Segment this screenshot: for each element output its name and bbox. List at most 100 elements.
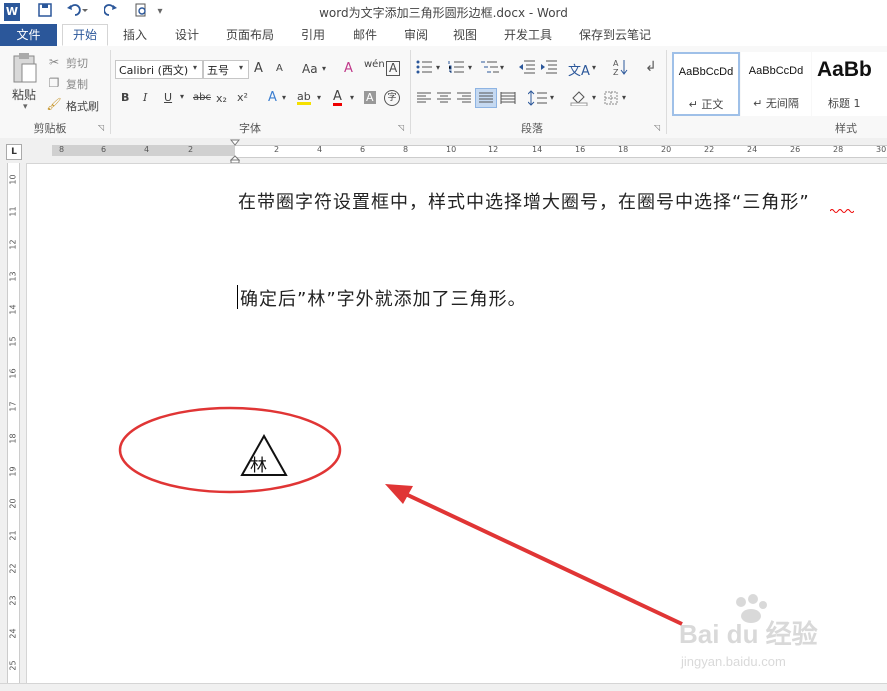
- shrink-font-button[interactable]: A: [276, 63, 283, 74]
- ruler-tick-label: 6: [360, 145, 366, 154]
- ruler-tick-label: 20: [661, 145, 672, 154]
- superscript-button[interactable]: x²: [237, 91, 248, 104]
- distributed-icon[interactable]: [500, 92, 516, 107]
- grow-font-button[interactable]: A: [254, 61, 263, 76]
- paste-button[interactable]: 粘贴: [12, 86, 36, 103]
- ruler-tick-label: 22: [8, 563, 18, 574]
- align-center-icon[interactable]: [436, 92, 452, 107]
- ruler-tick-label: 22: [704, 145, 715, 154]
- ruler-tick-label: 12: [488, 145, 499, 154]
- paragraph-1[interactable]: 在带圈字符设置框中，样式中选择增大圈号，在圈号中选择“三角形”: [238, 188, 810, 214]
- document-page[interactable]: 在带圈字符设置框中，样式中选择增大圈号，在圈号中选择“三角形” 确定后”林”字外…: [27, 164, 887, 684]
- line-spacing-icon[interactable]: [527, 90, 548, 109]
- increase-indent-icon[interactable]: [540, 60, 558, 77]
- copy-button[interactable]: 复制: [66, 76, 88, 92]
- bullets-icon[interactable]: [416, 60, 436, 77]
- borders-icon[interactable]: [604, 91, 618, 108]
- paste-icon[interactable]: [10, 52, 40, 86]
- text-effects-button[interactable]: A: [268, 90, 277, 105]
- tab-home[interactable]: 开始: [62, 24, 108, 46]
- font-color-button[interactable]: A: [333, 90, 342, 106]
- multilevel-chevron-icon[interactable]: ▾: [500, 63, 504, 72]
- ruler-tick-label: 28: [833, 145, 844, 154]
- align-right-icon[interactable]: [456, 92, 472, 107]
- bullets-chevron-icon[interactable]: ▾: [436, 63, 440, 72]
- text-effects-chevron-icon[interactable]: ▾: [282, 93, 286, 102]
- style-normal[interactable]: AaBbCcDd ↵ 正文: [672, 52, 740, 116]
- ruler-tick-label: 18: [8, 433, 18, 444]
- multilevel-list-icon[interactable]: [480, 60, 500, 77]
- format-painter-icon[interactable]: 🖌: [46, 96, 62, 112]
- ruler-tick-label: 4: [144, 145, 150, 154]
- numbering-icon[interactable]: [448, 60, 468, 77]
- italic-button[interactable]: I: [143, 91, 147, 104]
- tab-selector[interactable]: L: [6, 144, 22, 160]
- style-heading-1[interactable]: AaBb 标题 1: [812, 52, 887, 116]
- font-group-label: 字体: [239, 122, 261, 135]
- show-marks-icon[interactable]: ↲: [645, 59, 657, 75]
- numbering-chevron-icon[interactable]: ▾: [468, 63, 472, 72]
- shading-chevron-icon[interactable]: ▾: [592, 93, 596, 102]
- change-case-button[interactable]: Aa: [302, 62, 318, 76]
- tab-mailings[interactable]: 邮件: [343, 24, 387, 46]
- tab-insert[interactable]: 插入: [113, 24, 157, 46]
- tab-review[interactable]: 审阅: [394, 24, 438, 46]
- subscript-button[interactable]: x₂: [216, 92, 227, 105]
- ruler-tick-label: 20: [8, 498, 18, 509]
- cut-button[interactable]: 剪切: [66, 55, 88, 71]
- highlight-chevron-icon[interactable]: ▾: [317, 93, 321, 102]
- tab-layout[interactable]: 页面布局: [219, 24, 281, 46]
- character-shading-button[interactable]: A: [364, 91, 376, 104]
- font-size-chevron-icon[interactable]: ▾: [239, 63, 243, 72]
- strikethrough-button[interactable]: abc: [193, 92, 211, 103]
- style-normal-sample: AaBbCcDd: [678, 66, 734, 78]
- align-left-icon[interactable]: [416, 92, 432, 107]
- first-line-indent-marker[interactable]: [229, 139, 241, 166]
- highlight-button[interactable]: ab: [297, 91, 311, 105]
- borders-chevron-icon[interactable]: ▾: [622, 93, 626, 102]
- vertical-ruler[interactable]: 10 11 12 13 14 15 16 17 18 19 20 21 22 23 24 25: [0, 163, 27, 683]
- paste-dropdown-icon[interactable]: ▾: [23, 102, 28, 112]
- style-heading-1-sample: AaBb: [817, 58, 872, 81]
- horizontal-ruler[interactable]: L 8 6 4 2 2 4 6 8 10 12 14 16 18 20 22 24 26 28 30: [0, 138, 887, 164]
- scissors-icon[interactable]: ✂: [46, 54, 62, 70]
- tab-view[interactable]: 视图: [443, 24, 487, 46]
- paragraph-2[interactable]: 确定后”林”字外就添加了三角形。: [240, 285, 527, 311]
- tab-design[interactable]: 设计: [165, 24, 209, 46]
- ruler-tick-label: 17: [8, 401, 18, 412]
- copy-icon[interactable]: ❐: [46, 75, 62, 91]
- watermark-brand: Bai du 经验: [679, 619, 818, 649]
- phonetic-guide-button[interactable]: wén: [364, 59, 385, 70]
- character-border-button[interactable]: A: [386, 61, 401, 76]
- font-launcher-icon[interactable]: ◹: [398, 123, 404, 132]
- style-no-spacing[interactable]: AaBbCcDd ↵ 无间隔: [741, 52, 811, 116]
- bold-button[interactable]: B: [121, 91, 129, 104]
- tab-save-to-cloud-notes[interactable]: 保存到云笔记: [573, 24, 657, 46]
- tab-developer[interactable]: 开发工具: [497, 24, 559, 46]
- decrease-indent-icon[interactable]: [518, 60, 536, 77]
- change-case-chevron-icon[interactable]: ▾: [322, 64, 326, 73]
- underline-chevron-icon[interactable]: ▾: [180, 92, 184, 101]
- clear-formatting-button[interactable]: A: [344, 61, 353, 76]
- line-spacing-chevron-icon[interactable]: ▾: [550, 93, 554, 102]
- font-name-dropdown[interactable]: Calibri (西文): [115, 60, 203, 79]
- format-painter-button[interactable]: 格式刷: [66, 98, 99, 114]
- paragraph-launcher-icon[interactable]: ◹: [654, 123, 660, 132]
- style-no-spacing-name: ↵ 无间隔: [753, 97, 799, 110]
- ruler-tick-label: 24: [747, 145, 758, 154]
- asian-layout-chevron-icon[interactable]: ▾: [592, 63, 596, 72]
- style-normal-name: ↵ 正文: [688, 98, 724, 111]
- shading-icon[interactable]: [570, 90, 588, 109]
- font-color-chevron-icon[interactable]: ▾: [350, 93, 354, 102]
- clipboard-launcher-icon[interactable]: ◹: [98, 123, 104, 132]
- ribbon-tabs: 文件 开始 插入 设计 页面布局 引用 邮件 审阅 视图 开发工具 保存到云笔记: [0, 24, 887, 47]
- font-name-chevron-icon[interactable]: ▾: [193, 63, 197, 72]
- tab-references[interactable]: 引用: [291, 24, 335, 46]
- clipboard-group-label: 剪贴板: [33, 122, 67, 135]
- underline-button[interactable]: U: [164, 91, 172, 104]
- justify-button[interactable]: [475, 88, 497, 108]
- sort-icon[interactable]: AZ: [612, 58, 628, 79]
- enclose-characters-button[interactable]: 字: [384, 90, 400, 106]
- tab-file[interactable]: 文件: [0, 24, 57, 46]
- asian-layout-icon[interactable]: 文A: [568, 60, 590, 79]
